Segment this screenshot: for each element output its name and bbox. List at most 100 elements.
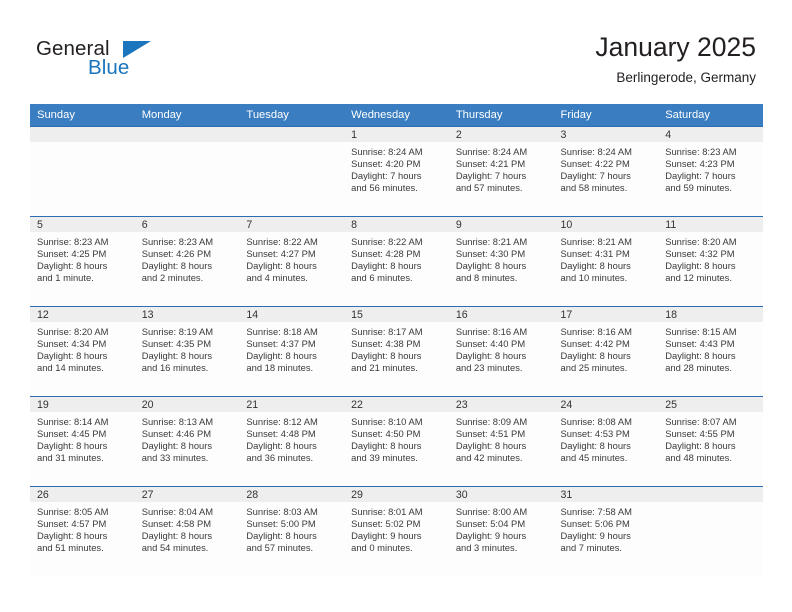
day-detail-sunrise: Sunrise: 8:14 AM [37,416,109,427]
day-detail-daylight1: Daylight: 9 hours [560,530,631,542]
day-detail-daylight2: and 57 minutes. [455,182,523,194]
calendar-day-cell[interactable]: 31 Sunrise: 7:58 AM Sunset: 5:06 PM Dayligh… [553,486,659,577]
calendar-day-cell[interactable]: 9 Sunrise: 8:21 AM Sunset: 4:30 PM Daylight… [448,216,554,307]
day-detail-daylight1: Daylight: 8 hours [141,530,213,542]
calendar-day-cell[interactable]: 8 Sunrise: 8:22 AM Sunset: 4:28 PM Daylight… [344,216,449,307]
day-number: 4 [658,127,763,142]
calendar-day-cell[interactable]: 4 Sunrise: 8:23 AM Sunset: 4:23 PM Daylight… [658,126,763,217]
calendar-day-cell[interactable]: 26 Sunrise: 8:05 AM Sunset: 4:57 PM Dayligh… [30,486,135,577]
calendar-day-cell[interactable]: 2 Sunrise: 8:24 AM Sunset: 4:21 PM Daylight… [448,126,554,217]
day-detail-sunset: Sunset: 4:30 PM [455,248,526,260]
calendar-week-row: 5 Sunrise: 8:23 AM Sunset: 4:25 PM Daylight… [30,216,763,307]
day-number: 26 [30,487,135,502]
day-detail-daylight1: Daylight: 7 hours [665,170,736,182]
calendar-week-row: 1 Sunrise: 8:24 AM Sunset: 4:20 PM Daylight… [30,126,763,217]
day-cell-inner: 16 Sunrise: 8:16 AM Sunset: 4:40 PM Dayligh… [448,307,554,396]
calendar-day-cell[interactable]: 16 Sunrise: 8:16 AM Sunset: 4:40 PM Dayligh… [448,306,554,397]
day-detail-daylight2: and 6 minutes. [351,272,413,284]
day-detail-sunrise: Sunrise: 8:22 AM [351,236,423,247]
day-cell-inner: 27 Sunrise: 8:04 AM Sunset: 4:58 PM Dayligh… [134,487,240,577]
day-detail-daylight2: and 28 minutes. [665,362,732,374]
day-detail-sunset: Sunset: 4:26 PM [141,248,212,260]
day-details: Sunrise: 8:22 AM Sunset: 4:27 PM Daylight:… [239,232,344,284]
day-number: 24 [553,397,659,412]
calendar-day-cell[interactable]: 1 Sunrise: 8:24 AM Sunset: 4:20 PM Daylight… [344,126,449,217]
calendar-day-cell[interactable]: 6 Sunrise: 8:23 AM Sunset: 4:26 PM Daylight… [134,216,240,307]
calendar-day-cell[interactable]: 25 Sunrise: 8:07 AM Sunset: 4:55 PM Dayligh… [658,396,763,487]
calendar-day-cell[interactable]: 19 Sunrise: 8:14 AM Sunset: 4:45 PM Dayligh… [30,396,135,487]
day-cell-inner: 7 Sunrise: 8:22 AM Sunset: 4:27 PM Daylight… [239,217,345,306]
day-detail-sunset: Sunset: 4:40 PM [455,338,526,350]
day-cell-inner: 20 Sunrise: 8:13 AM Sunset: 4:46 PM Dayligh… [134,397,240,486]
day-details: Sunrise: 8:14 AM Sunset: 4:45 PM Daylight:… [30,412,135,464]
day-detail-daylight1: Daylight: 8 hours [37,350,108,362]
day-cell-inner: 8 Sunrise: 8:22 AM Sunset: 4:28 PM Daylight… [344,217,449,306]
calendar-day-cell[interactable]: 3 Sunrise: 8:24 AM Sunset: 4:22 PM Daylight… [553,126,659,217]
day-detail-daylight1: Daylight: 8 hours [665,350,736,362]
day-detail-sunset: Sunset: 4:27 PM [246,248,316,260]
calendar-day-cell[interactable]: 22 Sunrise: 8:10 AM Sunset: 4:50 PM Dayligh… [344,396,449,487]
calendar-week-row: 12 Sunrise: 8:20 AM Sunset: 4:34 PM Dayligh… [30,306,763,397]
day-cell-inner: 2 Sunrise: 8:24 AM Sunset: 4:21 PM Daylight… [448,127,554,216]
calendar-day-cell-empty [239,126,345,217]
day-detail-sunrise: Sunrise: 8:08 AM [560,416,632,427]
calendar-day-cell[interactable]: 20 Sunrise: 8:13 AM Sunset: 4:46 PM Dayligh… [134,396,240,487]
day-detail-sunrise: Sunrise: 8:23 AM [141,236,214,247]
day-detail-sunset: Sunset: 4:37 PM [246,338,316,350]
calendar-day-cell[interactable]: 7 Sunrise: 8:22 AM Sunset: 4:27 PM Daylight… [239,216,345,307]
day-detail-daylight1: Daylight: 8 hours [455,440,527,452]
calendar-day-cell[interactable]: 29 Sunrise: 8:01 AM Sunset: 5:02 PM Dayligh… [344,486,449,577]
general-blue-logo[interactable]: General Blue [36,38,216,88]
calendar-day-cell[interactable]: 27 Sunrise: 8:04 AM Sunset: 4:58 PM Dayligh… [134,486,240,577]
day-number: 14 [239,307,345,322]
day-detail-daylight1: Daylight: 8 hours [37,440,108,452]
day-detail-sunset: Sunset: 4:55 PM [665,428,735,440]
day-detail-sunset: Sunset: 4:22 PM [560,158,630,170]
day-detail-sunset: Sunset: 4:57 PM [37,518,107,530]
calendar-day-cell-empty [30,126,135,217]
day-detail-sunrise: Sunrise: 8:09 AM [455,416,528,427]
calendar-day-cell[interactable]: 10 Sunrise: 8:21 AM Sunset: 4:31 PM Dayligh… [553,216,659,307]
day-cell-inner: 19 Sunrise: 8:14 AM Sunset: 4:45 PM Dayligh… [30,397,135,486]
weekday-header-thursday: Thursday [448,104,554,127]
day-detail-sunset: Sunset: 4:50 PM [351,428,421,440]
day-detail-daylight1: Daylight: 9 hours [351,530,422,542]
day-number: 28 [239,487,345,502]
day-cell-inner [658,487,763,577]
day-detail-daylight1: Daylight: 8 hours [141,440,213,452]
day-details: Sunrise: 8:17 AM Sunset: 4:38 PM Daylight:… [344,322,449,374]
day-detail-daylight2: and 3 minutes. [455,542,518,554]
calendar-day-cell[interactable]: 5 Sunrise: 8:23 AM Sunset: 4:25 PM Daylight… [30,216,135,307]
day-cell-inner [30,127,135,216]
day-number: 12 [30,307,135,322]
day-details: Sunrise: 8:23 AM Sunset: 4:25 PM Daylight:… [30,232,135,284]
calendar-day-cell[interactable]: 12 Sunrise: 8:20 AM Sunset: 4:34 PM Dayligh… [30,306,135,397]
day-detail-sunrise: Sunrise: 8:04 AM [141,506,214,517]
calendar-day-cell[interactable]: 13 Sunrise: 8:19 AM Sunset: 4:35 PM Dayligh… [134,306,240,397]
day-number: 20 [134,397,240,412]
calendar-day-cell[interactable]: 21 Sunrise: 8:12 AM Sunset: 4:48 PM Dayligh… [239,396,345,487]
day-detail-sunset: Sunset: 4:51 PM [455,428,526,440]
day-number: 2 [448,127,554,142]
day-cell-inner: 5 Sunrise: 8:23 AM Sunset: 4:25 PM Daylight… [30,217,135,306]
day-details: Sunrise: 8:18 AM Sunset: 4:37 PM Daylight:… [239,322,344,374]
calendar-day-cell[interactable]: 30 Sunrise: 8:00 AM Sunset: 5:04 PM Dayligh… [448,486,554,577]
day-detail-sunrise: Sunrise: 8:07 AM [665,416,737,427]
calendar-day-cell[interactable]: 28 Sunrise: 8:03 AM Sunset: 5:00 PM Dayligh… [239,486,345,577]
day-cell-inner: 13 Sunrise: 8:19 AM Sunset: 4:35 PM Dayligh… [134,307,240,396]
calendar-day-cell[interactable]: 24 Sunrise: 8:08 AM Sunset: 4:53 PM Dayligh… [553,396,659,487]
calendar-body: 1 Sunrise: 8:24 AM Sunset: 4:20 PM Daylight… [30,126,763,577]
day-detail-sunset: Sunset: 4:53 PM [560,428,630,440]
day-number [658,487,763,502]
calendar-day-cell[interactable]: 11 Sunrise: 8:20 AM Sunset: 4:32 PM Dayligh… [658,216,763,307]
calendar-day-cell[interactable]: 17 Sunrise: 8:16 AM Sunset: 4:42 PM Dayligh… [553,306,659,397]
day-detail-sunrise: Sunrise: 8:20 AM [665,236,737,247]
calendar-day-cell[interactable]: 18 Sunrise: 8:15 AM Sunset: 4:43 PM Dayligh… [658,306,763,397]
calendar-table: Sunday Monday Tuesday Wednesday Thursday… [30,104,763,577]
calendar-week-row: 19 Sunrise: 8:14 AM Sunset: 4:45 PM Dayligh… [30,396,763,487]
calendar-day-cell[interactable]: 23 Sunrise: 8:09 AM Sunset: 4:51 PM Dayligh… [448,396,554,487]
day-cell-inner: 10 Sunrise: 8:21 AM Sunset: 4:31 PM Dayligh… [553,217,659,306]
day-details: Sunrise: 8:01 AM Sunset: 5:02 PM Daylight:… [344,502,449,554]
calendar-day-cell[interactable]: 14 Sunrise: 8:18 AM Sunset: 4:37 PM Dayligh… [239,306,345,397]
calendar-day-cell[interactable]: 15 Sunrise: 8:17 AM Sunset: 4:38 PM Dayligh… [344,306,449,397]
